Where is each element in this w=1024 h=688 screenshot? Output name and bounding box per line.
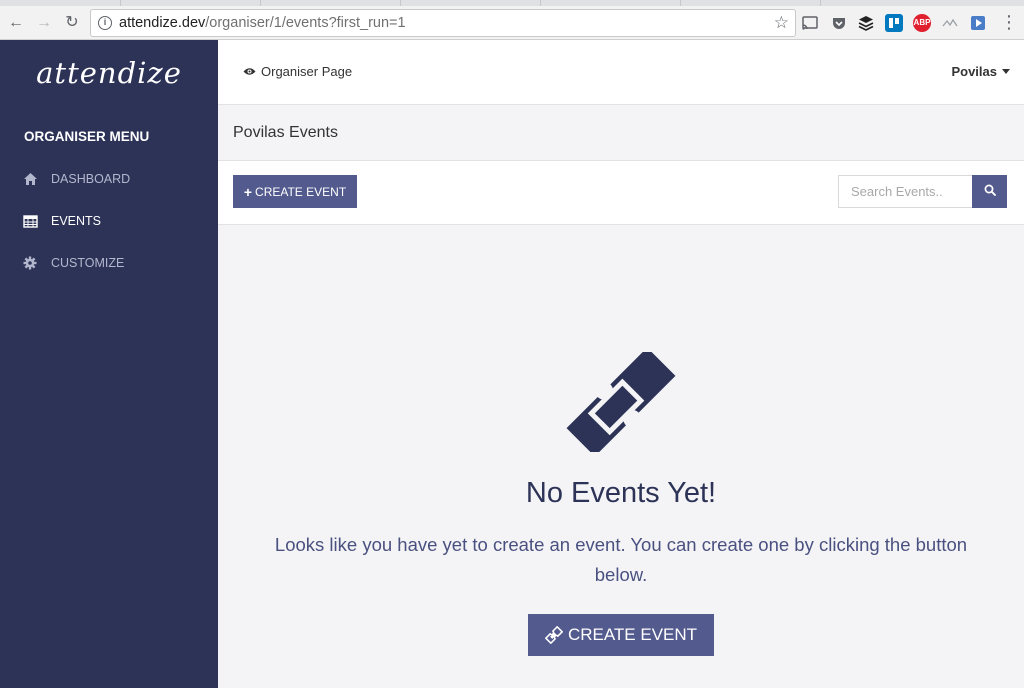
browser-menu-icon[interactable]: ⋮: [1000, 12, 1018, 32]
ticket-icon: [561, 347, 681, 457]
user-menu[interactable]: Povilas: [951, 64, 1010, 79]
empty-state-title: No Events Yet!: [525, 477, 717, 509]
pocket-icon[interactable]: [830, 14, 848, 32]
address-url[interactable]: attendize.dev/organiser/1/events?first_r…: [119, 15, 406, 31]
sidebar-item-dashboard[interactable]: DASHBOARD: [22, 168, 202, 190]
empty-state-text: Looks like you have yet to create an eve…: [274, 534, 968, 585]
events-empty-state: No Events Yet! Looks like you have yet t…: [218, 225, 1024, 688]
caret-down-icon: [1002, 69, 1010, 74]
sidebar-item-customize[interactable]: CUSTOMIZE: [22, 252, 202, 274]
back-icon[interactable]: ←: [6, 13, 26, 33]
create-event-large-button[interactable]: CREATE EVENT: [528, 614, 714, 656]
reload-icon[interactable]: ↻: [62, 13, 82, 33]
action-bar: + CREATE EVENT: [218, 161, 1024, 225]
logo[interactable]: attendize: [0, 56, 218, 90]
ticket-small-icon: [544, 626, 563, 644]
buffer-icon[interactable]: [857, 14, 875, 32]
adblock-icon[interactable]: ABP: [913, 14, 931, 32]
address-bar[interactable]: i attendize.dev/organiser/1/events?first…: [90, 9, 796, 37]
top-navbar: Organiser Page Povilas: [218, 40, 1024, 105]
cast-icon[interactable]: [801, 14, 819, 32]
create-event-label: CREATE EVENT: [255, 184, 347, 199]
url-host: attendize.dev: [119, 15, 206, 31]
home-icon: [22, 171, 38, 187]
gear-icon: [22, 255, 38, 271]
sidebar-item-label: CUSTOMIZE: [51, 256, 125, 270]
create-event-large-label: CREATE EVENT: [567, 625, 698, 644]
plus-icon: +: [243, 183, 253, 200]
info-icon[interactable]: i: [98, 16, 112, 30]
sidebar-item-label: EVENTS: [51, 214, 102, 228]
page-header: Povilas Events: [218, 105, 1024, 161]
sidebar: attendize ORGANISER MENU DASHBOARD EVENT…: [0, 40, 218, 688]
link-icon[interactable]: [941, 14, 959, 32]
page-title: Povilas Events: [233, 124, 338, 141]
create-event-button[interactable]: + CREATE EVENT: [233, 175, 357, 208]
search-icon: [984, 184, 996, 199]
sidebar-menu-title: ORGANISER MENU: [24, 129, 150, 144]
organiser-page-link[interactable]: Organiser Page: [243, 64, 352, 79]
sidebar-item-label: DASHBOARD: [51, 172, 131, 186]
search-events-input[interactable]: [838, 175, 972, 208]
forward-icon[interactable]: →: [34, 13, 54, 33]
trello-icon[interactable]: [885, 14, 903, 32]
organiser-page-label: Organiser Page: [261, 64, 353, 79]
user-name: Povilas: [951, 64, 997, 79]
sidebar-item-events[interactable]: EVENTS: [22, 210, 202, 232]
url-path: /organiser/1/events?first_run=1: [205, 15, 406, 31]
eye-icon: [243, 64, 256, 79]
search-button[interactable]: [972, 175, 1007, 208]
browser-toolbar: ← → ↻ i attendize.dev/organiser/1/events…: [0, 6, 1024, 40]
play-icon[interactable]: [969, 14, 987, 32]
calendar-icon: [22, 213, 38, 229]
star-icon[interactable]: ☆: [774, 13, 789, 33]
